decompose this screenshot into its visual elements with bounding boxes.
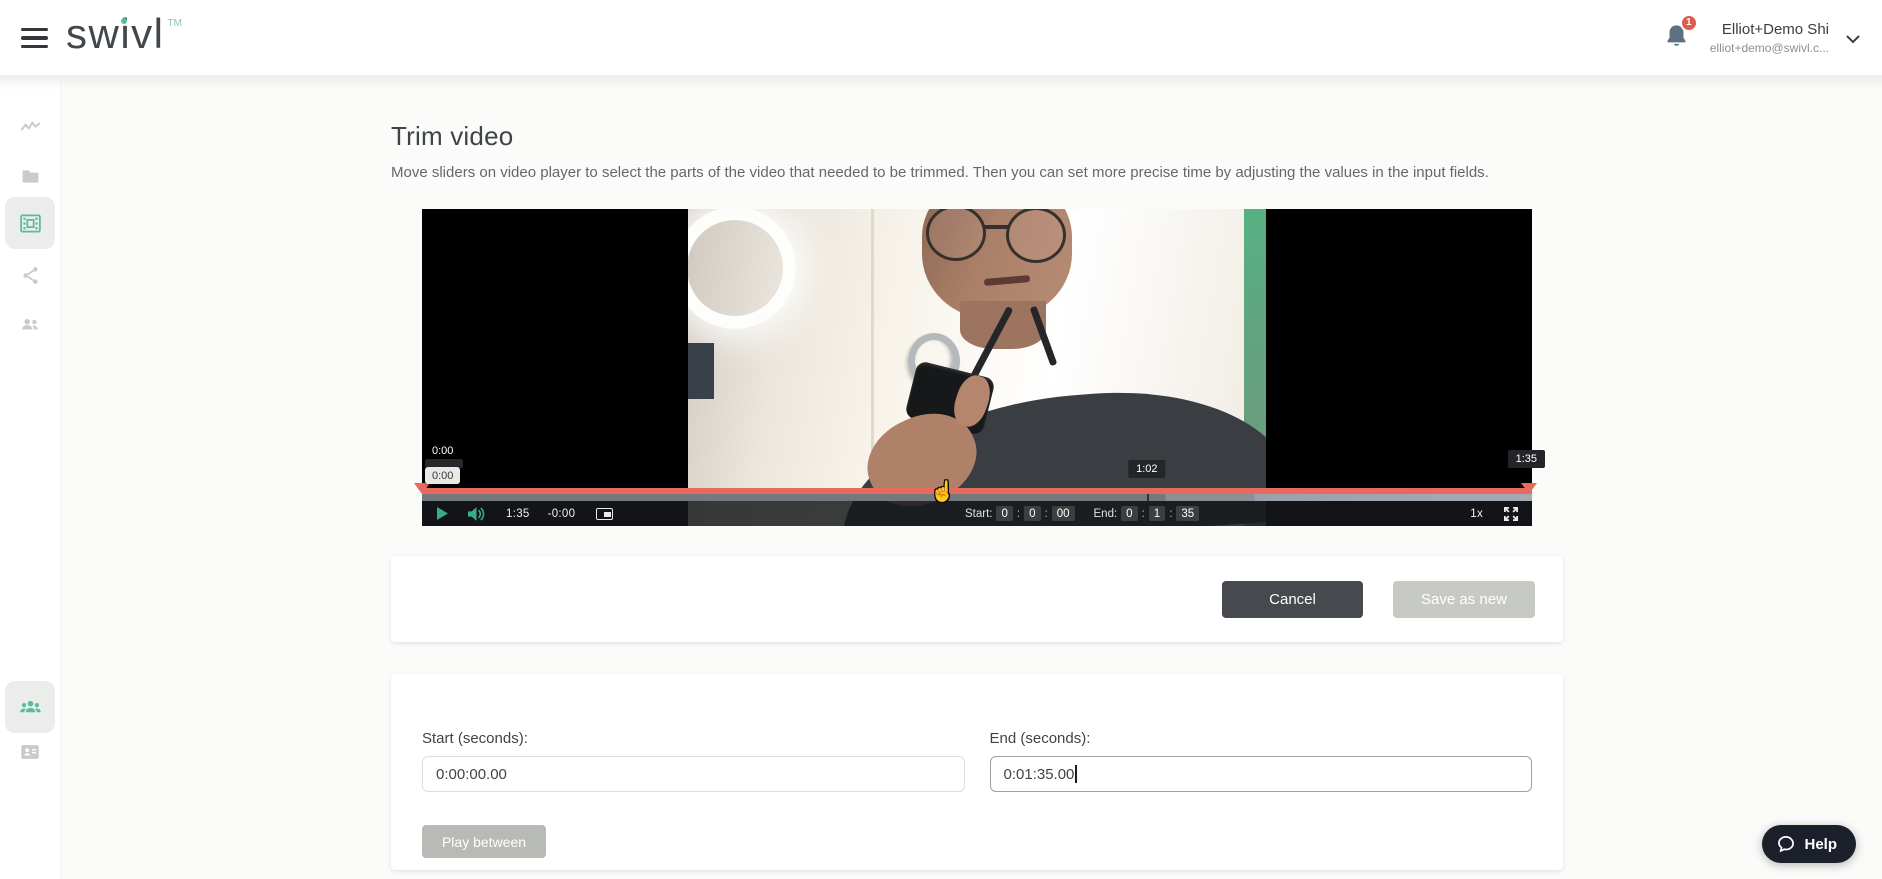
sidebar-item-videos[interactable] (5, 197, 55, 249)
page-description: Move sliders on video player to select t… (391, 164, 1563, 181)
volume-button[interactable] (468, 507, 485, 521)
play-button[interactable] (437, 507, 448, 520)
remaining-time-text: -0:00 (548, 508, 576, 520)
app-screen: swivlTM 1 Elliot+Demo Shi elliot+demo@sw… (0, 0, 1882, 879)
trim-start-handle[interactable] (414, 483, 430, 494)
sidebar-nav (0, 75, 60, 879)
team-group-icon (19, 696, 42, 719)
trim-end-handle[interactable] (1521, 483, 1537, 494)
trim-start-minutes[interactable]: 0 (1024, 506, 1040, 521)
video-frame (688, 209, 1266, 526)
trim-start-hours[interactable]: 0 (996, 506, 1012, 521)
trim-start-label: Start: (965, 508, 992, 520)
notifications-button[interactable]: 1 (1663, 21, 1693, 55)
sidebar-item-share[interactable] (8, 253, 52, 297)
chevron-down-icon[interactable] (1846, 35, 1860, 44)
save-as-new-button[interactable]: Save as new (1393, 581, 1535, 618)
notification-badge: 1 (1680, 14, 1698, 32)
current-time-tooltip: 1:02 (1128, 460, 1165, 478)
chat-bubble-icon (1776, 834, 1796, 854)
sidebar-item-people[interactable] (8, 302, 52, 346)
start-seconds-label: Start (seconds): (422, 730, 965, 747)
picture-in-picture-icon (596, 508, 613, 520)
play-between-button[interactable]: Play between (422, 825, 546, 858)
duration-text: 1:35 (506, 508, 530, 520)
sidebar-item-teams[interactable] (5, 681, 55, 733)
top-bar: swivlTM 1 Elliot+Demo Shi elliot+demo@sw… (0, 0, 1882, 75)
cancel-button[interactable]: Cancel (1222, 581, 1363, 618)
trim-end-seconds[interactable]: 35 (1176, 506, 1199, 521)
hamburger-menu-icon[interactable] (21, 28, 48, 48)
seek-start-tooltip: 0:00 (425, 467, 460, 484)
activity-pulse-icon (19, 116, 42, 139)
trim-end-hours[interactable]: 0 (1121, 506, 1137, 521)
people-icon (19, 313, 41, 335)
end-seconds-label: End (seconds): (990, 730, 1533, 747)
end-seconds-input[interactable]: 0:01:35.00 (990, 756, 1533, 792)
trim-form-card: Start (seconds): 0:00:00.00 End (seconds… (391, 674, 1563, 870)
sidebar-item-library[interactable] (8, 154, 52, 198)
header-right: 1 Elliot+Demo Shi elliot+demo@swivl.c... (1663, 0, 1860, 75)
logo-tm: TM (168, 18, 182, 29)
share-icon (20, 265, 41, 286)
help-button[interactable]: Help (1762, 825, 1856, 863)
actions-card: Cancel Save as new (391, 556, 1563, 642)
trim-start-tooltips: 0:00 0:00 (425, 445, 463, 484)
volume-icon (468, 507, 485, 521)
app-logo: swivlTM (66, 10, 179, 58)
trim-start-seconds[interactable]: 00 (1052, 506, 1075, 521)
start-seconds-input[interactable]: 0:00:00.00 (422, 756, 965, 792)
progress-track[interactable] (422, 494, 1532, 501)
page-title: Trim video (391, 121, 1563, 152)
seek-bar[interactable] (422, 487, 1532, 501)
film-icon (19, 212, 42, 235)
player-control-bar: 1:35 -0:00 Start: 0: 0: 00 End: 0: 1: (422, 501, 1532, 526)
user-menu[interactable]: Elliot+Demo Shi elliot+demo@swivl.c... (1710, 21, 1829, 55)
ring-light (688, 209, 796, 329)
logo-wordmark: swivl (66, 10, 165, 57)
user-email: elliot+demo@swivl.c... (1710, 41, 1829, 55)
help-label: Help (1804, 836, 1837, 853)
trim-end-label: End: (1094, 508, 1118, 520)
video-player: 0:00 0:00 1:02 1:35 ☝ (422, 209, 1532, 526)
folder-icon (20, 166, 41, 187)
trim-end-minutes[interactable]: 1 (1149, 506, 1165, 521)
pip-button[interactable] (596, 508, 613, 520)
playback-speed-button[interactable]: 1x (1470, 508, 1483, 520)
fullscreen-button[interactable] (1504, 507, 1518, 521)
current-position-tick (1147, 494, 1149, 501)
user-name: Elliot+Demo Shi (1710, 21, 1829, 38)
contact-card-icon (19, 741, 41, 763)
sidebar-item-activity[interactable] (8, 105, 52, 149)
trim-start-time-tooltip: 0:00 (432, 445, 453, 457)
play-icon (437, 507, 448, 520)
text-caret (1075, 765, 1077, 783)
trim-time-inputs: Start: 0: 0: 00 End: 0: 1: 35 (965, 501, 1199, 526)
fullscreen-icon (1504, 507, 1518, 521)
trim-end-tooltip: 1:35 (1508, 450, 1545, 468)
logo-i-dot (121, 18, 127, 24)
sidebar-item-contacts[interactable] (8, 730, 52, 774)
main-content: Trim video Move sliders on video player … (60, 75, 1882, 879)
